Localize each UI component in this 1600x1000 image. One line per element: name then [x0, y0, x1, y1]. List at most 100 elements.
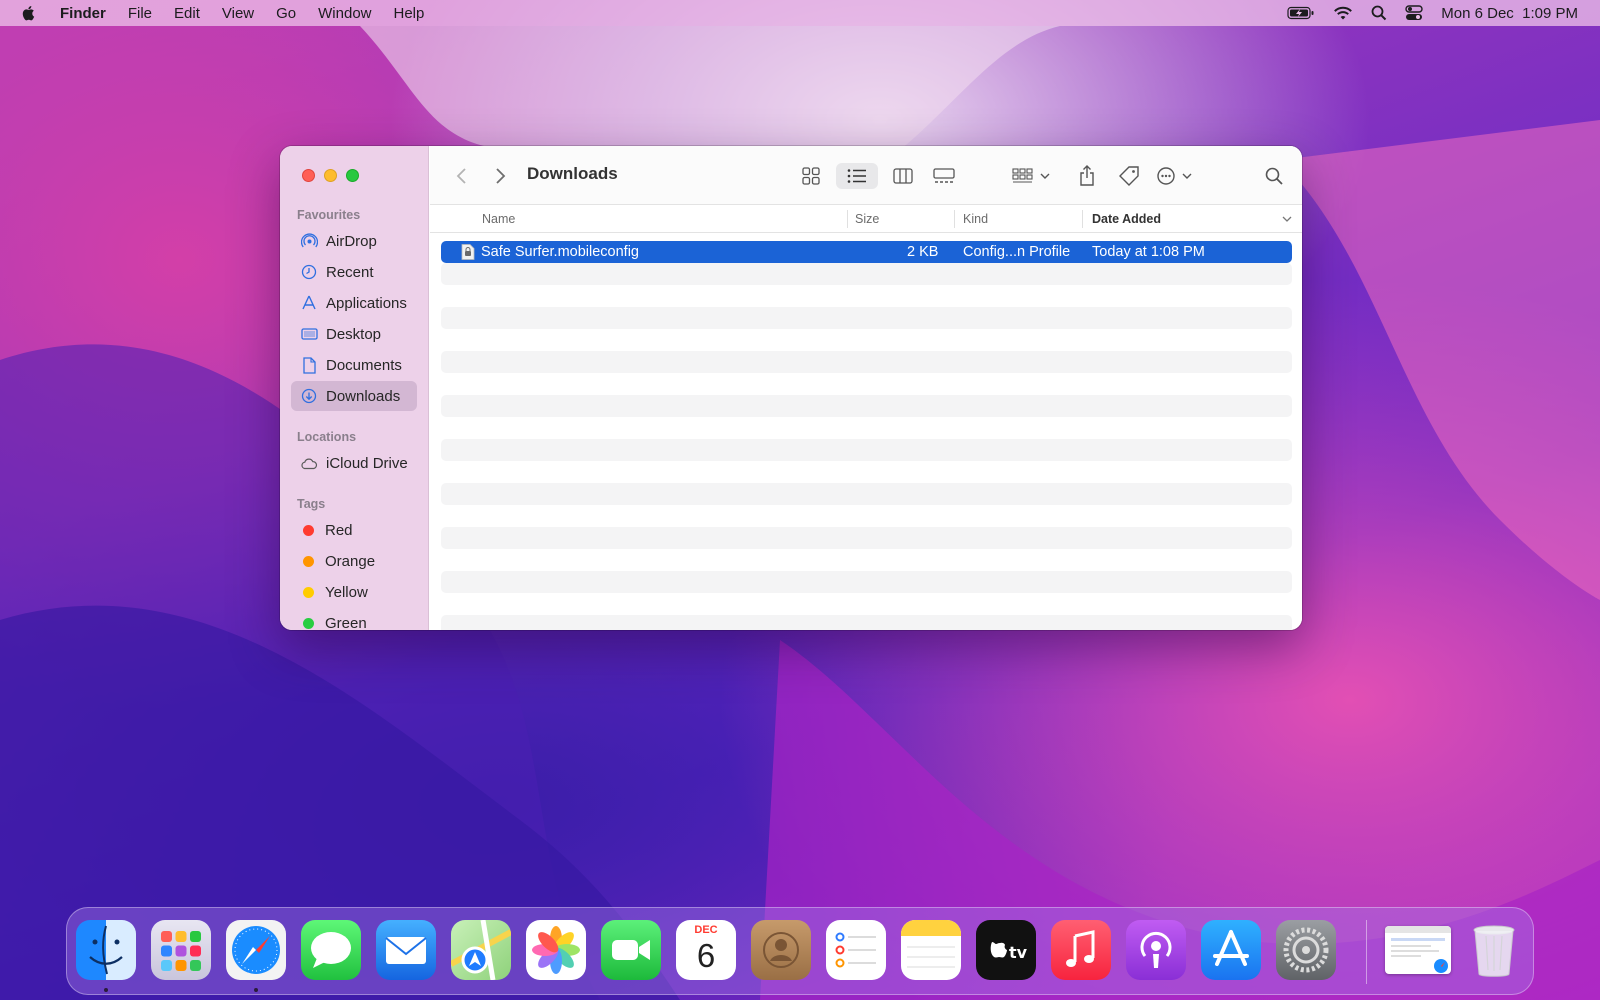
running-indicator [104, 988, 108, 992]
sidebar-item-desktop[interactable]: Desktop [291, 319, 417, 349]
sidebar-item-airdrop[interactable]: AirDrop [291, 226, 417, 256]
sidebar-item-label: Downloads [326, 387, 401, 405]
sidebar-tag-orange[interactable]: Orange [291, 546, 417, 576]
menu-app-finder[interactable]: Finder [60, 5, 106, 22]
menu-file[interactable]: File [128, 5, 152, 22]
tag-button[interactable] [1115, 163, 1143, 189]
dock-podcasts-icon[interactable] [1126, 920, 1186, 980]
search-button[interactable] [1261, 163, 1287, 189]
dock-contacts-icon[interactable] [751, 920, 811, 980]
dock-notes-icon[interactable] [901, 920, 961, 980]
columns-icon [893, 168, 913, 184]
empty-row [441, 483, 1292, 505]
empty-row [441, 571, 1292, 593]
column-view-button[interactable] [886, 163, 920, 189]
more-actions-button[interactable] [1154, 163, 1198, 189]
sidebar-item-documents[interactable]: Documents [291, 350, 417, 380]
sidebar-item-label: AirDrop [326, 232, 377, 250]
document-icon [300, 356, 318, 374]
minimize-window-button[interactable] [324, 169, 337, 182]
dock-photos-icon[interactable] [526, 920, 586, 980]
clock-icon [300, 263, 318, 281]
apple-menu-icon[interactable] [20, 4, 38, 22]
dock-facetime-icon[interactable] [601, 920, 661, 980]
close-window-button[interactable] [302, 169, 315, 182]
icon-view-button[interactable] [794, 163, 828, 189]
sidebar-item-label: Yellow [325, 583, 368, 601]
finder-content: Downloads Name Size Kind Date Added Safe… [430, 146, 1302, 630]
tag-color-dot [303, 524, 314, 536]
dock-app-store-icon[interactable] [1201, 920, 1261, 980]
chevron-left-icon [456, 168, 466, 184]
dock-safari-icon[interactable] [226, 920, 286, 980]
group-by-button[interactable] [1010, 163, 1054, 189]
zoom-window-button[interactable] [346, 169, 359, 182]
config-profile-file-icon [461, 244, 475, 260]
menu-help[interactable]: Help [394, 5, 425, 22]
menu-edit[interactable]: Edit [174, 5, 200, 22]
share-button[interactable] [1073, 163, 1101, 189]
dock-trash-icon[interactable] [1464, 920, 1524, 980]
group-grid-icon [1012, 168, 1050, 183]
dock-minimized-window[interactable] [1385, 926, 1451, 974]
window-controls [302, 169, 359, 182]
empty-row [441, 615, 1292, 630]
dock-reminders-icon[interactable] [826, 920, 886, 980]
download-icon [300, 387, 318, 405]
empty-row [441, 351, 1292, 373]
back-button[interactable] [450, 163, 474, 189]
cloud-icon [300, 454, 318, 472]
menubar-clock[interactable]: Mon 6 Dec 1:09 PM [1441, 5, 1578, 22]
share-icon [1080, 165, 1094, 186]
sidebar-section-locations: Locations [297, 430, 357, 444]
control-center-icon[interactable] [1405, 5, 1423, 21]
dock-launchpad-icon[interactable] [151, 920, 211, 980]
menu-window[interactable]: Window [318, 5, 371, 22]
menu-view[interactable]: View [222, 5, 254, 22]
dock-separator [1366, 920, 1367, 984]
dock-tv-icon[interactable]: tv [976, 920, 1036, 980]
forward-button[interactable] [488, 163, 512, 189]
column-kind[interactable]: Kind [963, 212, 988, 226]
gallery-view-button[interactable] [927, 163, 961, 189]
sidebar-tag-red[interactable]: Red [291, 515, 417, 545]
sidebar-tag-green[interactable]: Green [291, 608, 417, 630]
column-size[interactable]: Size [855, 212, 879, 226]
spotlight-search-icon[interactable] [1371, 5, 1387, 21]
dock-music-icon[interactable] [1051, 920, 1111, 980]
column-header: Name Size Kind Date Added [430, 205, 1302, 233]
menu-go[interactable]: Go [276, 5, 296, 22]
file-size: 2 KB [907, 244, 939, 260]
list-view-button[interactable] [836, 163, 878, 189]
sidebar-item-applications[interactable]: Applications [291, 288, 417, 318]
ellipsis-circle-icon [1157, 167, 1192, 185]
sidebar-item-icloud-drive[interactable]: iCloud Drive [291, 448, 417, 478]
dock-mail-icon[interactable] [376, 920, 436, 980]
file-row[interactable]: Safe Surfer.mobileconfig 2 KB Config...n… [441, 241, 1292, 263]
dock-calendar-icon[interactable]: DEC 6 [676, 920, 736, 980]
calendar-day: 6 [696, 937, 716, 974]
wifi-icon[interactable] [1333, 6, 1353, 21]
dock-finder-icon[interactable] [76, 920, 136, 980]
tag-color-dot [303, 555, 314, 567]
applications-icon [300, 294, 318, 312]
sidebar-item-label: Orange [325, 552, 376, 570]
battery-charging-icon[interactable] [1287, 6, 1315, 20]
dock-system-preferences-icon[interactable] [1276, 920, 1336, 980]
dock-maps-icon[interactable] [451, 920, 511, 980]
sidebar-item-label: Desktop [326, 325, 382, 343]
tag-icon [1119, 166, 1139, 186]
column-name[interactable]: Name [482, 212, 515, 226]
dock-messages-icon[interactable] [301, 920, 361, 980]
sidebar-tag-yellow[interactable]: Yellow [291, 577, 417, 607]
sidebar-item-label: Documents [326, 356, 402, 374]
sort-descending-icon[interactable] [1282, 216, 1292, 223]
sidebar-item-downloads[interactable]: Downloads [291, 381, 417, 411]
dock: DEC 6 tv [66, 907, 1534, 995]
sidebar-section-favourites: Favourites [297, 208, 361, 222]
column-date-added[interactable]: Date Added [1092, 212, 1161, 226]
gallery-icon [933, 168, 955, 183]
file-name: Safe Surfer.mobileconfig [481, 244, 639, 260]
sidebar-item-recent[interactable]: Recent [291, 257, 417, 287]
empty-row [441, 439, 1292, 461]
